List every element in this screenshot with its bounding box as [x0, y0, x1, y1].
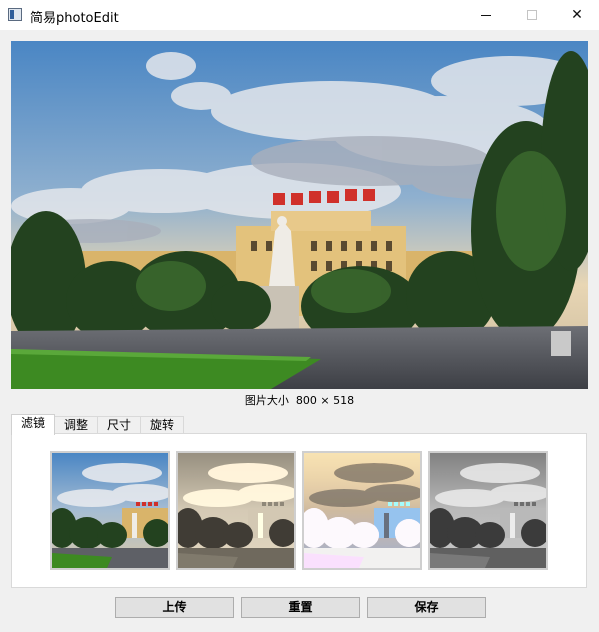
minimize-icon — [481, 14, 491, 16]
reset-button[interactable]: 重置 — [241, 597, 360, 618]
save-button[interactable]: 保存 — [367, 597, 486, 618]
image-size-label: 图片大小 800 × 518 — [244, 394, 355, 407]
campus-photo — [11, 41, 588, 389]
tab-bar: 滤镜 调整 尺寸 旋转 — [11, 414, 185, 435]
maximize-button[interactable] — [509, 0, 555, 30]
minimize-button[interactable] — [463, 0, 509, 30]
app-icon — [8, 8, 22, 21]
tab-filter[interactable]: 滤镜 — [11, 414, 56, 435]
close-icon: ✕ — [571, 7, 583, 23]
filter-sepia-thumbnail[interactable] — [176, 451, 296, 570]
image-preview — [11, 41, 588, 389]
upload-button[interactable]: 上传 — [115, 597, 234, 618]
filter-invert-thumbnail[interactable] — [302, 451, 422, 570]
filter-grayscale-thumbnail[interactable] — [428, 451, 548, 570]
filter-original-thumbnail[interactable] — [50, 451, 170, 570]
window-title: 简易photoEdit — [30, 11, 119, 26]
close-button[interactable]: ✕ — [554, 0, 599, 30]
title-bar: 简易photoEdit ✕ — [0, 0, 599, 30]
filter-panel — [11, 433, 587, 588]
maximize-icon — [527, 10, 537, 20]
